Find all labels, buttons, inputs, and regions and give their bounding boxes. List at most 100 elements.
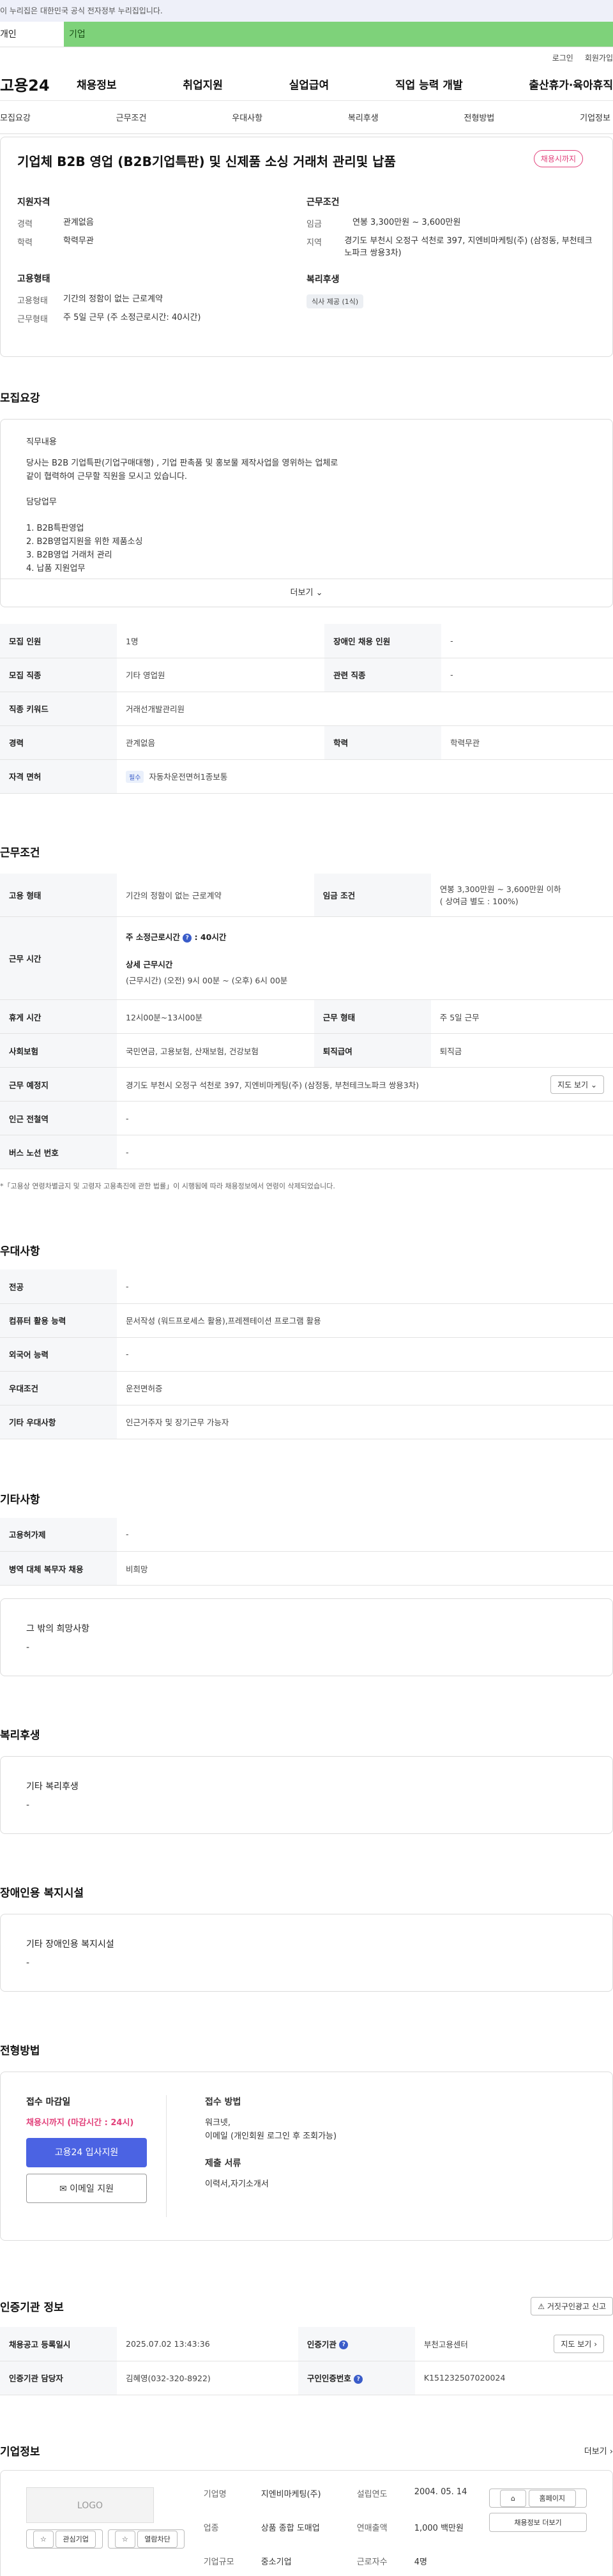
employment-type-value: 기간의 정함이 없는 근로계약: [117, 873, 314, 917]
qualification-column: 지원자격 경력 관계없음 학력 학력무관 고용형태 고용형태 기간의 정함이 없는 근…: [17, 195, 306, 331]
keyword-value: 거래선개발관리원: [117, 692, 613, 726]
chevron-right-icon: ›: [609, 2446, 613, 2457]
company-jobs-button[interactable]: 채용정보 더보기: [489, 2512, 587, 2532]
info-icon[interactable]: ?: [339, 2340, 349, 2350]
table-row: 인증기관 담당자 김혜영(032-320-8922) 구인인증번호 ? K151…: [0, 2361, 613, 2395]
count-value: 1명: [117, 624, 325, 658]
station-label: 인근 전철역: [0, 1101, 117, 1135]
employees-value: 4명: [414, 2557, 427, 2568]
career-value: 관계없음: [63, 218, 94, 227]
station-value: -: [117, 1101, 613, 1135]
table-row: 휴게 시간 12시00분~13시00분 근무 형태 주 5일 근무: [0, 999, 613, 1034]
table-row: 채용공고 등록일시 2025.07.02 13:43:36 인증기관 ? 부천고…: [0, 2327, 613, 2361]
signup-link[interactable]: 회원가입: [585, 52, 613, 63]
method-heading: 접수 방법: [205, 2097, 241, 2107]
gnb-item-jobs[interactable]: 채용정보: [77, 76, 117, 92]
tab-company[interactable]: 기업: [64, 22, 613, 47]
favorite-button[interactable]: ☆ 관심기업: [26, 2529, 103, 2549]
related-job-label: 관련 직종: [324, 658, 442, 692]
gnb-item-unemployment[interactable]: 실업급여: [289, 76, 329, 92]
job-summary-card: 기업체 B2B 영업 (B2B기업특판) 및 신제품 소싱 거래처 관리및 납품…: [0, 137, 613, 357]
gnb-item-employment-support[interactable]: 취업지원: [183, 76, 223, 92]
anchor-tab-selection[interactable]: 전형방법: [464, 111, 495, 123]
table-row: 병역 대체 복무자 채용 비희망: [0, 1551, 613, 1586]
related-job-value: -: [441, 658, 613, 692]
email-apply-button[interactable]: ✉ 이메일 지원: [26, 2174, 147, 2203]
wage-label: 임금: [306, 220, 322, 229]
summary-row: 고용형태 기간의 정함이 없는 근로계약: [17, 294, 306, 306]
conditions-section-title: 근무조건: [0, 846, 40, 860]
disabled-count-label: 장애인 채용 인원: [324, 624, 442, 658]
mail-icon: ✉: [59, 2184, 67, 2194]
welfare-section-title: 복리후생: [0, 1729, 40, 1742]
star-icon: ☆: [33, 2530, 54, 2548]
company-more-link[interactable]: 더보기 ›: [584, 2444, 613, 2457]
company-name-label: 기업명: [203, 2489, 227, 2499]
employment-type-label: 고용 형태: [0, 873, 117, 917]
deadline-value: 채용시까지 (마감시간 : 24시): [26, 2118, 134, 2128]
report-button[interactable]: ⚠ 거짓구인광고 신고: [531, 2297, 613, 2315]
util-links: 로그인 회원가입: [0, 47, 613, 68]
block-button[interactable]: ☆ 열람차단: [107, 2529, 185, 2549]
work-type-value: 주 5일 근무 (주 소정근로시간: 40시간): [63, 313, 201, 322]
deadline-heading: 접수 마감일: [26, 2097, 71, 2107]
anchor-tab-recruit[interactable]: 모집요강: [0, 111, 31, 123]
docs-value: 이력서,자기소개서: [205, 2179, 269, 2190]
site-logo[interactable]: 고용24: [0, 73, 77, 95]
hours-label: 근무 시간: [0, 916, 117, 1000]
gov-banner: 이 누리집은 대한민국 공식 전자정부 누리집입니다.: [0, 0, 613, 22]
table-row: 버스 노선 번호 -: [0, 1135, 613, 1169]
disabled-facility-value: -: [26, 1958, 30, 1968]
industry-value: 상품 종합 도매업: [261, 2523, 320, 2533]
other-section-title: 기타사항: [0, 1493, 40, 1506]
computer-skill-label: 컴퓨터 활용 능력: [0, 1303, 117, 1338]
more-button[interactable]: 더보기 ⌄: [1, 579, 612, 607]
table-row: 외국어 능력 -: [0, 1337, 613, 1372]
docs-heading: 제출 서류: [205, 2158, 241, 2169]
tab-personal[interactable]: 개인: [0, 22, 64, 47]
language-value: -: [117, 1337, 613, 1372]
gnb-item-parental-leave[interactable]: 출산휴가·육아휴직: [529, 76, 613, 92]
conditions-heading: 근무조건: [306, 197, 340, 208]
summary-row: 지역 경기도 부천시 오정구 석천로 397, 지엔비마케팅(주) (삼정동, 부…: [306, 236, 596, 260]
location-row: 경기도 부천시 오정구 석천로 397, 지엔비마케팅(주) (삼정동, 부천테…: [126, 1075, 604, 1094]
anchor-tab-preferences[interactable]: 우대사항: [232, 111, 262, 123]
weekly-hours-value: : 40시간: [194, 932, 227, 942]
disabled-count-value: -: [441, 624, 613, 658]
apply-button[interactable]: 고용24 입사지원: [26, 2138, 147, 2167]
gnb-item-training[interactable]: 직업 능력 개발: [395, 76, 463, 92]
login-link[interactable]: 로그인: [552, 52, 573, 63]
location-label: 근무 예정지: [0, 1067, 117, 1102]
homepage-button[interactable]: ⌂ 홈페이지: [489, 2488, 587, 2508]
anchor-tab-welfare[interactable]: 복리후생: [348, 111, 379, 123]
anchor-tab-conditions[interactable]: 근무조건: [116, 111, 147, 123]
table-row: 직종 키워드 거래선개발관리원: [0, 692, 613, 726]
role-tabs: 개인 기업: [0, 22, 613, 47]
company-size-label: 기업규모: [203, 2557, 234, 2568]
apply-right: 접수 방법 워크넷, 이메일 (개인회원 로그인 후 조회가능) 제출 서류 이…: [167, 2095, 337, 2217]
selection-section-title: 전형방법: [0, 2045, 40, 2057]
required-tag: 필수: [126, 770, 144, 783]
count-label: 모집 인원: [0, 624, 117, 658]
desc-line: 당사는 B2B 기업특판(기업구매대행) , 기업 판촉품 및 홍보물 제작사업…: [26, 458, 338, 468]
cert-no-label: 구인인증번호: [306, 2374, 351, 2383]
agency-map-button[interactable]: 지도 보기 ›: [554, 2334, 604, 2353]
education-label: 학력: [324, 725, 442, 760]
map-button[interactable]: 지도 보기 ⌄: [550, 1075, 604, 1094]
agency-value: 부천고용센터: [423, 2339, 468, 2349]
company-more-label: 더보기: [584, 2446, 607, 2457]
duty-heading: 담당업무: [26, 497, 57, 508]
break-value: 12시00분~13시00분: [117, 999, 314, 1034]
severance-label: 퇴직급여: [314, 1033, 431, 1068]
agency-value-cell: 부천고용센터 지도 보기 ›: [414, 2327, 613, 2361]
sales-label: 연매출액: [356, 2523, 388, 2533]
military-value: 비희망: [117, 1551, 613, 1586]
disabled-facility-section-title: 장애인용 복지시설: [0, 1887, 84, 1900]
info-icon[interactable]: ?: [354, 2374, 363, 2384]
computer-skill-value: 문서작성 (워드프로세스 활용),프레젠테이션 프로그램 활용: [117, 1303, 613, 1338]
employment-heading: 고용형태: [17, 274, 50, 284]
info-icon[interactable]: ?: [183, 933, 192, 943]
anchor-tab-company[interactable]: 기업정보: [580, 111, 610, 123]
summary-row: 근무형태 주 5일 근무 (주 소정근로시간: 40시간): [17, 312, 306, 324]
insurance-label: 사회보험: [0, 1033, 117, 1068]
